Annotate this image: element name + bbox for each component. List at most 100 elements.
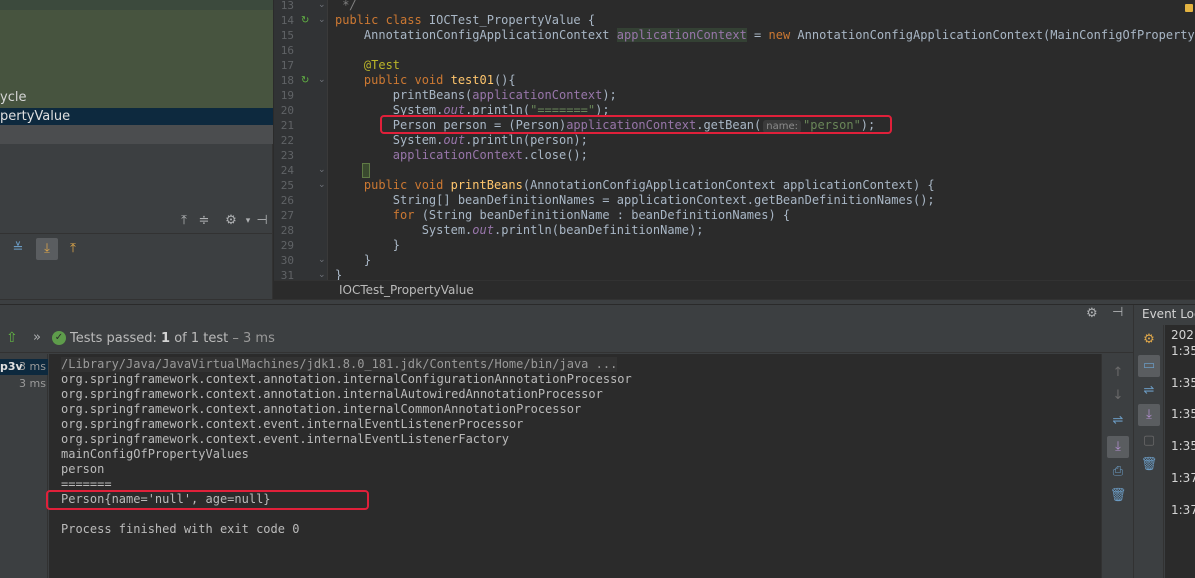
trash-icon[interactable]: 🗑: [1109, 487, 1127, 505]
event-timestamp: 202: [1171, 328, 1194, 342]
test-item[interactable]: p3v 3 ms: [0, 359, 48, 375]
event-timestamp: 1:35: [1171, 407, 1195, 421]
code-line[interactable]: applicationContext.close();: [335, 148, 588, 163]
soft-wrap-icon[interactable]: ⇌: [1140, 382, 1158, 400]
line-number: 17: [280, 59, 294, 72]
code-line[interactable]: public void test01(){: [335, 73, 516, 88]
code-token: printBeans(: [335, 88, 473, 102]
fold-marker-icon[interactable]: ⌄: [318, 253, 326, 268]
expand-all-icon[interactable]: ⤒: [175, 212, 193, 230]
settings-icon[interactable]: ⚙: [1140, 331, 1158, 349]
line-number: 24: [280, 164, 294, 177]
code-token: AnnotationConfigApplicationContext: [335, 28, 617, 42]
print-icon[interactable]: ⎙: [1109, 463, 1127, 481]
code-line[interactable]: }: [335, 238, 400, 253]
autoscroll-to-source-icon[interactable]: ⤓: [36, 238, 58, 260]
code-token: */: [335, 0, 357, 12]
code-editor[interactable]: 13 14 15 16 17 18 19 20 21 22 23 24 25 26 27 28 29 30 31 ↻ ↻…: [274, 0, 1195, 299]
code-line[interactable]: for (String beanDefinitionName : beanDef…: [335, 208, 790, 223]
line-number: 29: [280, 239, 294, 252]
run-header: ⚙ ⊣: [0, 305, 1133, 323]
fold-marker-icon[interactable]: ⌄: [318, 13, 326, 28]
event-log-list[interactable]: 202 1:35 1:35 1:35 1:35 1:37 1:37: [1165, 325, 1195, 578]
breadcrumb-class[interactable]: IOCTest_PropertyValue: [339, 283, 474, 297]
code-token: .println(beanDefinitionName);: [493, 223, 704, 237]
sort-icon[interactable]: ≚: [9, 240, 27, 258]
hide-panel-icon[interactable]: ⊣: [253, 212, 271, 230]
down-arrow-icon[interactable]: ↓: [1109, 387, 1127, 405]
code-token: out: [472, 223, 494, 237]
code-token: (){: [493, 73, 516, 87]
run-toolbar: ⇧ » ✓ Tests passed: 1 of 1 test – 3 ms: [0, 325, 1133, 353]
minimize-icon[interactable]: ⊣: [1112, 305, 1123, 320]
message-icon[interactable]: ▭: [1138, 355, 1160, 377]
editor-breadcrumb: IOCTest_PropertyValue: [274, 280, 1195, 299]
autoscroll-from-source-icon[interactable]: ⤒: [64, 240, 82, 258]
highlight-box-person-output: [46, 490, 369, 510]
scroll-to-end-icon[interactable]: ⤓: [1107, 436, 1129, 458]
scroll-to-end-icon[interactable]: ⤓: [1138, 404, 1160, 426]
run-class-icon[interactable]: ↻: [301, 13, 309, 28]
code-line[interactable]: public class IOCTest_PropertyValue {: [335, 13, 595, 28]
collapse-all-icon[interactable]: ≑: [195, 212, 213, 230]
code-line[interactable]: System.out.println(beanDefinitionName);: [335, 223, 704, 238]
settings-gear-icon[interactable]: ⚙: [1086, 306, 1098, 321]
event-log-title[interactable]: Event Log: [1142, 307, 1195, 321]
code-line[interactable]: */: [335, 0, 357, 13]
fold-marker-icon[interactable]: ⌄: [318, 178, 326, 193]
line-number: 28: [280, 224, 294, 237]
highlight-box-getbean: [380, 115, 892, 134]
soft-wrap-icon[interactable]: ⇌: [1109, 412, 1127, 430]
mark-read-icon[interactable]: ▢: [1140, 432, 1158, 450]
code-line[interactable]: @Test: [335, 58, 400, 73]
event-log-panel: Event Log ⚙ ▭ ⇌ ⤓ ▢ 🗑 202 1:35 1:35 1:35 1:3…: [1133, 305, 1195, 578]
code-token: public void: [335, 73, 451, 87]
up-arrow-icon[interactable]: ↑: [1109, 364, 1127, 382]
line-number: 20: [280, 104, 294, 117]
code-token: for: [335, 208, 422, 222]
code-token: String[] beanDefinitionNames = applicati…: [335, 193, 935, 207]
event-timestamp: 1:35: [1171, 344, 1195, 358]
code-line[interactable]: printBeans(applicationContext);: [335, 88, 617, 103]
warning-marker-icon[interactable]: [1185, 4, 1193, 12]
line-number: 16: [280, 44, 294, 57]
console-line: org.springframework.context.annotation.i…: [61, 387, 603, 401]
tree-band: [0, 0, 273, 10]
code-line[interactable]: public void printBeans(AnnotationConfigA…: [335, 178, 935, 193]
line-number: 19: [280, 89, 294, 102]
project-panel: ycle pertyValue ⤒ ≑ ⚙ ▾ ⊣ ≚ ⤓ ⤒: [0, 0, 273, 299]
test-item[interactable]: 3 ms: [0, 376, 48, 392]
trash-icon[interactable]: 🗑: [1140, 456, 1158, 474]
console-line: org.springframework.context.event.intern…: [61, 417, 524, 431]
fold-marker-icon[interactable]: ⌄: [318, 73, 326, 88]
line-number: 30: [280, 254, 294, 267]
run-panel: ⚙ ⊣ ⇧ » ✓ Tests passed: 1 of 1 test – 3 …: [0, 305, 1133, 578]
gear-icon[interactable]: ⚙: [222, 212, 240, 230]
run-test-icon[interactable]: ↻: [301, 73, 309, 88]
code-line[interactable]: }: [335, 253, 371, 268]
event-timestamp: 1:37: [1171, 471, 1195, 485]
code-token: new: [768, 28, 798, 42]
editor-scrollbar[interactable]: [1183, 0, 1195, 280]
code-token: applicationContext: [472, 88, 603, 102]
code-line[interactable]: String[] beanDefinitionNames = applicati…: [335, 193, 935, 208]
line-number: 15: [280, 29, 294, 42]
code-token: System.: [335, 223, 473, 237]
more-actions-icon[interactable]: »: [33, 330, 41, 345]
event-timestamp: 1:37: [1171, 503, 1195, 517]
tree-item-lifecycle[interactable]: ycle: [0, 89, 273, 106]
fold-marker-icon[interactable]: ⌄: [318, 0, 326, 13]
export-results-icon[interactable]: ⇧: [6, 330, 18, 346]
code-line[interactable]: System.out.println(person);: [335, 133, 588, 148]
code-token: .println(person);: [465, 133, 588, 147]
code-token: applicationContext: [616, 28, 747, 42]
code-line[interactable]: AnnotationConfigApplicationContext appli…: [335, 28, 1195, 43]
tree-item-propertyvalue[interactable]: pertyValue: [0, 108, 273, 125]
console-output[interactable]: /Library/Java/JavaVirtualMachines/jdk1.8…: [49, 354, 1101, 578]
line-number: 27: [280, 209, 294, 222]
fold-marker-icon[interactable]: ⌄: [318, 163, 326, 178]
code-token: }: [335, 238, 401, 252]
code-token: (String beanDefinitionName : beanDefinit…: [421, 208, 791, 222]
line-number: 21: [280, 119, 294, 132]
